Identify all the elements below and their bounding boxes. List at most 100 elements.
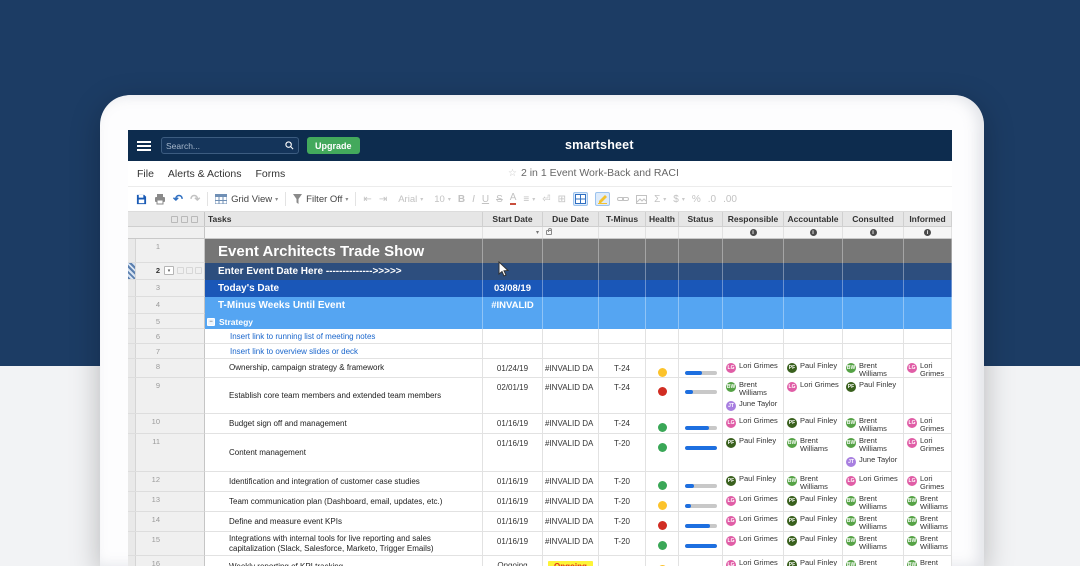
redo-button[interactable]: ↷	[190, 192, 200, 206]
cell-t-minus[interactable]	[599, 556, 646, 566]
underline-button[interactable]: U	[482, 194, 489, 205]
search-box[interactable]	[161, 137, 299, 154]
cell-consulted[interactable]: BWBrent Williams	[843, 492, 904, 512]
row-drag-handle[interactable]	[128, 378, 136, 413]
cell-t-minus[interactable]: T-24	[599, 359, 646, 378]
cell-responsible[interactable]	[723, 239, 784, 263]
cell-status[interactable]	[679, 359, 723, 378]
cell-due-date[interactable]: #INVALID DA	[543, 378, 599, 414]
row-number[interactable]: 13	[136, 492, 162, 511]
cell-due-date[interactable]: #INVALID DA	[543, 492, 599, 512]
cell-status[interactable]	[679, 512, 723, 532]
health-dot[interactable]	[658, 521, 667, 530]
cell-responsible[interactable]: LGLori Grimes	[723, 556, 784, 566]
cell-t-minus[interactable]	[599, 239, 646, 263]
cell-task[interactable]: T-Minus Weeks Until Event	[205, 297, 483, 314]
cell-start-date[interactable]: #INVALID	[483, 297, 543, 314]
cell-task[interactable]: Insert link to overview slides or deck	[205, 344, 483, 359]
row-drag-handle[interactable]	[128, 492, 136, 511]
cell-start-date[interactable]: 01/16/19	[483, 472, 543, 492]
cell-status[interactable]	[679, 492, 723, 512]
cell-responsible[interactable]: LGLori Grimes	[723, 414, 784, 434]
cell-due-date[interactable]: #INVALID DA	[543, 434, 599, 472]
cell-responsible[interactable]	[723, 344, 784, 359]
outdent-button[interactable]: ⇤	[363, 194, 371, 205]
health-dot[interactable]	[658, 541, 667, 550]
cell-start-date[interactable]	[483, 344, 543, 359]
cell-status[interactable]	[679, 472, 723, 492]
health-dot[interactable]	[658, 423, 667, 432]
cell-start-date[interactable]: 01/16/19	[483, 434, 543, 472]
cell-health[interactable]	[646, 329, 679, 344]
column-header-start-date[interactable]: Start Date	[483, 212, 543, 226]
cell-due-date[interactable]: #INVALID DA	[543, 414, 599, 434]
health-dot[interactable]	[658, 481, 667, 490]
row-menu-caret-icon[interactable]: ▾	[164, 266, 174, 275]
cell-consulted[interactable]	[843, 314, 904, 329]
cell-accountable[interactable]: PFPaul Finley	[784, 359, 843, 378]
cell-status[interactable]	[679, 329, 723, 344]
cell-accountable[interactable]	[784, 344, 843, 359]
cell-responsible[interactable]	[723, 329, 784, 344]
cell-health[interactable]	[646, 492, 679, 512]
cell-start-date[interactable]	[483, 239, 543, 263]
column-info-icon[interactable]: i	[810, 229, 817, 236]
row-drag-handle[interactable]	[128, 239, 136, 262]
cell-informed[interactable]: BWBrent Williams	[904, 556, 952, 566]
cell-informed[interactable]	[904, 329, 952, 344]
cell-due-date[interactable]: #INVALID DA	[543, 472, 599, 492]
cell-t-minus[interactable]	[599, 280, 646, 297]
font-color-button[interactable]: A	[510, 193, 517, 205]
menu-alerts-actions[interactable]: Alerts & Actions	[168, 168, 242, 180]
font-family-dropdown[interactable]: Arial▾	[394, 194, 423, 205]
cell-due-date[interactable]	[543, 239, 599, 263]
row-number[interactable]: 6	[136, 329, 162, 343]
row-number[interactable]: 2	[136, 263, 162, 279]
menu-forms[interactable]: Forms	[255, 168, 285, 180]
cell-t-minus[interactable]: T-24	[599, 378, 646, 414]
cell-health[interactable]	[646, 434, 679, 472]
cell-status[interactable]	[679, 239, 723, 263]
cell-consulted[interactable]: BWBrent Williams	[843, 556, 904, 566]
row-drag-handle[interactable]	[128, 314, 136, 328]
row-drag-handle[interactable]	[128, 512, 136, 531]
row-number[interactable]: 5	[136, 314, 162, 328]
merge-cells-button[interactable]: ⊞	[558, 194, 566, 205]
link-button[interactable]	[617, 195, 629, 203]
bold-button[interactable]: B	[458, 194, 465, 205]
cell-start-date[interactable]: 01/16/19	[483, 492, 543, 512]
cell-informed[interactable]	[904, 263, 952, 280]
image-button[interactable]	[636, 195, 647, 204]
grid-view-dropdown[interactable]: Grid View▾	[215, 194, 278, 205]
cell-t-minus[interactable]	[599, 297, 646, 314]
cell-task[interactable]: Today's Date	[205, 280, 483, 297]
highlight-button[interactable]	[595, 192, 610, 206]
cell-accountable[interactable]: PFPaul Finley	[784, 492, 843, 512]
column-info-icon[interactable]: i	[870, 229, 877, 236]
cell-informed[interactable]: BWBrent Williams	[904, 492, 952, 512]
cell-accountable[interactable]: PFPaul Finley	[784, 556, 843, 566]
cell-informed[interactable]: LGLori Grimes	[904, 472, 952, 492]
task-link[interactable]: Insert link to running list of meeting n…	[205, 332, 375, 341]
cell-consulted[interactable]	[843, 344, 904, 359]
favorite-star-icon[interactable]: ☆	[508, 168, 517, 179]
cell-start-date[interactable]: 02/01/19	[483, 378, 543, 414]
column-header-t-minus[interactable]: T-Minus	[599, 212, 646, 226]
cell-start-date[interactable]: 01/24/19	[483, 359, 543, 378]
cell-consulted[interactable]: BWBrent Williams	[843, 414, 904, 434]
upgrade-button[interactable]: Upgrade	[307, 137, 360, 154]
cell-consulted[interactable]: LGLori Grimes	[843, 472, 904, 492]
row-number[interactable]: 16	[136, 556, 162, 566]
health-dot[interactable]	[658, 387, 667, 396]
filter-dropdown[interactable]: Filter Off▾	[293, 194, 348, 205]
italic-button[interactable]: I	[472, 194, 475, 205]
row-drag-handle[interactable]	[128, 297, 136, 313]
row-drag-handle[interactable]	[128, 359, 136, 377]
cell-consulted[interactable]: BWBrent Williams	[843, 532, 904, 556]
cell-health[interactable]	[646, 512, 679, 532]
cell-informed[interactable]	[904, 239, 952, 263]
cell-task[interactable]: Enter Event Date Here -------------->>>>…	[205, 263, 483, 280]
cell-start-date[interactable]: Ongoing	[483, 556, 543, 566]
font-size-dropdown[interactable]: 10▾	[430, 194, 451, 205]
cell-health[interactable]	[646, 378, 679, 414]
